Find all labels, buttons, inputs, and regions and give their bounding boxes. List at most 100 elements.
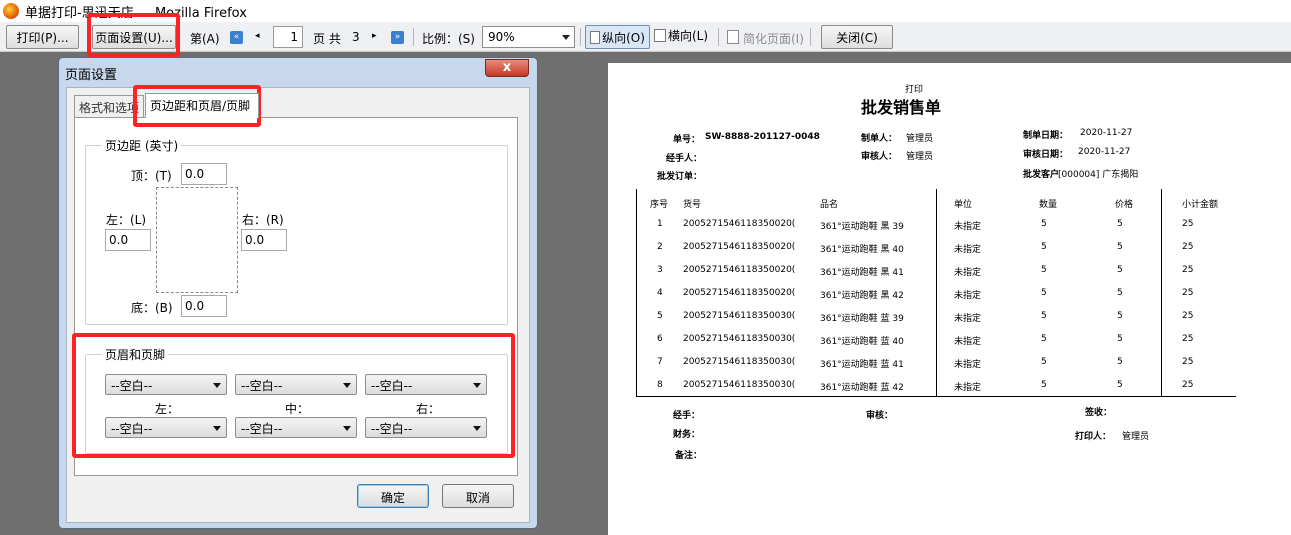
table-cell: 5 <box>1041 357 1047 367</box>
table-cell: 5 <box>1041 380 1047 390</box>
bottom-margin-label: 底：(B) <box>131 301 173 315</box>
close-preview-button[interactable]: 关闭(C) <box>821 25 893 49</box>
simplify-checkbox[interactable] <box>727 30 739 44</box>
header-left-value: --空白-- <box>111 379 153 393</box>
portrait-button[interactable]: 纵向(O) <box>585 25 650 49</box>
doc-order-no-label: 单号： <box>673 135 701 145</box>
table-cell: 25 <box>1182 311 1194 321</box>
table-cell: 5 <box>1117 380 1123 390</box>
footer-left-select[interactable]: --空白-- <box>105 417 227 438</box>
table-cell: 未指定 <box>954 222 982 232</box>
print-preview-page: 打印 批发销售单 单号： SW-8888-201127-0048 制单人： 管理… <box>608 63 1291 535</box>
table-cell: 25 <box>1182 288 1194 298</box>
right-margin-input[interactable]: 0.0 <box>241 229 287 251</box>
toolbar-divider <box>810 28 811 46</box>
chevron-down-icon <box>562 35 570 40</box>
doc-wholesale-order-label: 批发订单： <box>657 172 703 182</box>
page-setup-button[interactable]: 页面设置(U)... <box>92 25 176 49</box>
window-title: 单据打印-思迅天店 — Mozilla Firefox <box>25 5 247 21</box>
table-cell: 2 <box>657 242 663 252</box>
landscape-page-icon <box>654 29 666 42</box>
ok-button[interactable]: 确定 <box>357 484 429 508</box>
top-margin-input[interactable]: 0.0 <box>181 163 227 185</box>
next-page-icon[interactable]: ▸ <box>372 31 377 41</box>
first-page-icon[interactable]: « <box>230 31 243 44</box>
header-left-select[interactable]: --空白-- <box>105 374 227 395</box>
scale-value: 90% <box>488 30 515 44</box>
prev-page-icon[interactable]: ◂ <box>255 31 260 41</box>
table-cell: 25 <box>1182 357 1194 367</box>
table-cell: 5 <box>1041 242 1047 252</box>
dialog-close-button[interactable]: x <box>485 59 529 77</box>
scale-select[interactable]: 90% <box>482 26 575 48</box>
toolbar-divider <box>413 28 414 46</box>
table-cell: 2005271546118350030( <box>683 311 796 321</box>
tab-format-options[interactable]: 格式和选项 <box>74 95 144 118</box>
doc-reviewer-label: 审核人： <box>861 152 898 162</box>
table-cell: 5 <box>1041 311 1047 321</box>
bottom-margin-input[interactable]: 0.0 <box>181 295 227 317</box>
table-cell: 361°运动跑鞋 蓝 41 <box>820 360 904 370</box>
page-of-label: 页 共 <box>313 32 341 46</box>
table-cell: 未指定 <box>954 314 982 324</box>
header-right-select[interactable]: --空白-- <box>365 374 487 395</box>
table-border-left <box>636 189 637 397</box>
footer-right-select[interactable]: --空白-- <box>365 417 487 438</box>
table-cell: 2005271546118350020( <box>683 265 796 275</box>
doc-make-date-label: 制单日期： <box>1023 131 1069 141</box>
table-cell: 25 <box>1182 242 1194 252</box>
table-cell: 5 <box>1117 242 1123 252</box>
page-total: 3 <box>352 30 360 44</box>
cancel-button[interactable]: 取消 <box>442 484 514 508</box>
table-cell: 361°运动跑鞋 蓝 39 <box>820 314 904 324</box>
doc-title: 批发销售单 <box>861 98 942 117</box>
table-header-cell: 品名 <box>820 200 839 210</box>
table-header-cell: 价格 <box>1115 200 1134 210</box>
last-page-icon[interactable]: » <box>391 31 404 44</box>
table-cell: 5 <box>1117 265 1123 275</box>
dialog-title: 页面设置 <box>65 68 118 83</box>
table-cell: 6 <box>657 334 663 344</box>
header-right-value: --空白-- <box>371 379 413 393</box>
column-right-label: 右： <box>416 402 441 416</box>
table-cell: 7 <box>657 357 663 367</box>
table-cell: 未指定 <box>954 337 982 347</box>
page-number-input[interactable]: 1 <box>273 26 303 48</box>
doc-maker: 管理员 <box>906 134 934 144</box>
table-cell: 5 <box>1117 334 1123 344</box>
table-border-bottom <box>636 396 1236 397</box>
table-cell: 361°运动跑鞋 黑 41 <box>820 268 904 278</box>
right-margin-label: 右：(R) <box>242 213 284 227</box>
tab-margins-header-footer[interactable]: 页边距和页眉/页脚 <box>145 93 259 118</box>
table-cell: 5 <box>657 311 663 321</box>
doc-footer-printer: 管理员 <box>1122 432 1150 442</box>
table-cell: 5 <box>1041 288 1047 298</box>
top-margin-label: 顶：(T) <box>131 169 172 183</box>
table-divider <box>936 189 937 397</box>
table-cell: 2005271546118350030( <box>683 357 796 367</box>
table-cell: 未指定 <box>954 291 982 301</box>
table-cell: 361°运动跑鞋 黑 39 <box>820 222 904 232</box>
landscape-button[interactable]: 横向(L) <box>654 27 708 44</box>
table-header-cell: 数量 <box>1039 200 1058 210</box>
table-cell: 未指定 <box>954 245 982 255</box>
print-button[interactable]: 打印(P)... <box>6 25 79 49</box>
table-cell: 25 <box>1182 380 1194 390</box>
left-margin-input[interactable]: 0.0 <box>105 229 151 251</box>
table-cell: 5 <box>1117 357 1123 367</box>
landscape-label: 横向(L) <box>668 29 709 43</box>
table-header-cell: 单位 <box>954 200 973 210</box>
header-footer-group-label: 页眉和页脚 <box>102 346 169 363</box>
table-cell: 未指定 <box>954 383 982 393</box>
header-center-value: --空白-- <box>241 379 283 393</box>
print-preview-toolbar: 打印(P)... 页面设置(U)... 第(A) « ◂ 1 页 共 3 ▸ »… <box>0 22 1291 52</box>
table-cell: 5 <box>1041 334 1047 344</box>
chevron-down-icon <box>473 426 481 431</box>
page-prefix-label: 第(A) <box>190 32 220 46</box>
footer-center-select[interactable]: --空白-- <box>235 417 357 438</box>
table-cell: 3 <box>657 265 663 275</box>
chevron-down-icon <box>343 383 351 388</box>
doc-handler-label: 经手人： <box>666 154 703 164</box>
table-header-cell: 货号 <box>683 200 702 210</box>
header-center-select[interactable]: --空白-- <box>235 374 357 395</box>
